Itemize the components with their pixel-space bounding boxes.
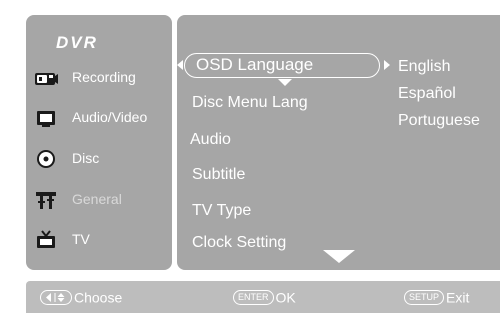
sidebar-item-label: General [72, 191, 122, 207]
option-english[interactable]: English [398, 58, 450, 76]
menu-item-clock-setting[interactable]: Clock Setting [192, 234, 286, 252]
menu-item-audio[interactable]: Audio [190, 131, 231, 149]
hint-ok-label: OK [275, 289, 296, 306]
sidebar-title: DVR [56, 33, 98, 52]
monitor-icon [34, 107, 58, 129]
hint-choose: Choose [40, 288, 122, 306]
sidebar-item-disc[interactable]: Disc [26, 144, 172, 174]
sidebar-panel: DVR Recording Audio/Video Disc General T… [26, 15, 172, 270]
enter-key: ENTER [233, 289, 274, 305]
hint-exit-label: Exit [446, 289, 470, 306]
menu-item-subtitle[interactable]: Subtitle [192, 166, 245, 184]
sidebar-item-general[interactable]: General [26, 185, 172, 215]
sidebar-item-label: Disc [72, 150, 100, 166]
scroll-down-icon[interactable] [323, 250, 355, 263]
sidebar-item-label: Audio/Video [72, 109, 148, 125]
tv-icon [34, 229, 58, 251]
hint-exit: SETUP Exit [404, 288, 469, 306]
arrow-left-icon[interactable] [177, 60, 183, 70]
navigation-keys-icon [40, 289, 72, 305]
sidebar-item-recording[interactable]: Recording [26, 63, 172, 93]
menu-item-label: OSD Language [196, 55, 314, 74]
arrow-right-icon[interactable] [384, 60, 390, 70]
sidebar-item-audio-video[interactable]: Audio/Video [26, 103, 172, 133]
sidebar-item-tv[interactable]: TV [26, 225, 172, 255]
sidebar-item-label: TV [72, 231, 90, 247]
disc-icon [34, 148, 58, 170]
option-portuguese[interactable]: Portuguese [398, 112, 480, 130]
sidebar-item-label: Recording [72, 69, 136, 85]
hint-ok: ENTER OK [233, 288, 296, 306]
menu-item-disc-menu-lang[interactable]: Disc Menu Lang [192, 94, 308, 112]
hint-choose-label: Choose [74, 289, 123, 306]
footer-hint-bar: Choose ENTER OK SETUP Exit [26, 281, 500, 313]
menu-item-tv-type[interactable]: TV Type [192, 202, 251, 220]
settings-panel: OSD Language Disc Menu Lang Audio Subtit… [177, 15, 500, 270]
setup-key: SETUP [404, 289, 445, 305]
option-espanol[interactable]: Español [398, 85, 456, 103]
tools-icon [34, 189, 58, 211]
camera-icon [34, 67, 58, 89]
arrow-down-icon [278, 79, 292, 86]
menu-item-osd-language[interactable]: OSD Language [177, 53, 390, 86]
